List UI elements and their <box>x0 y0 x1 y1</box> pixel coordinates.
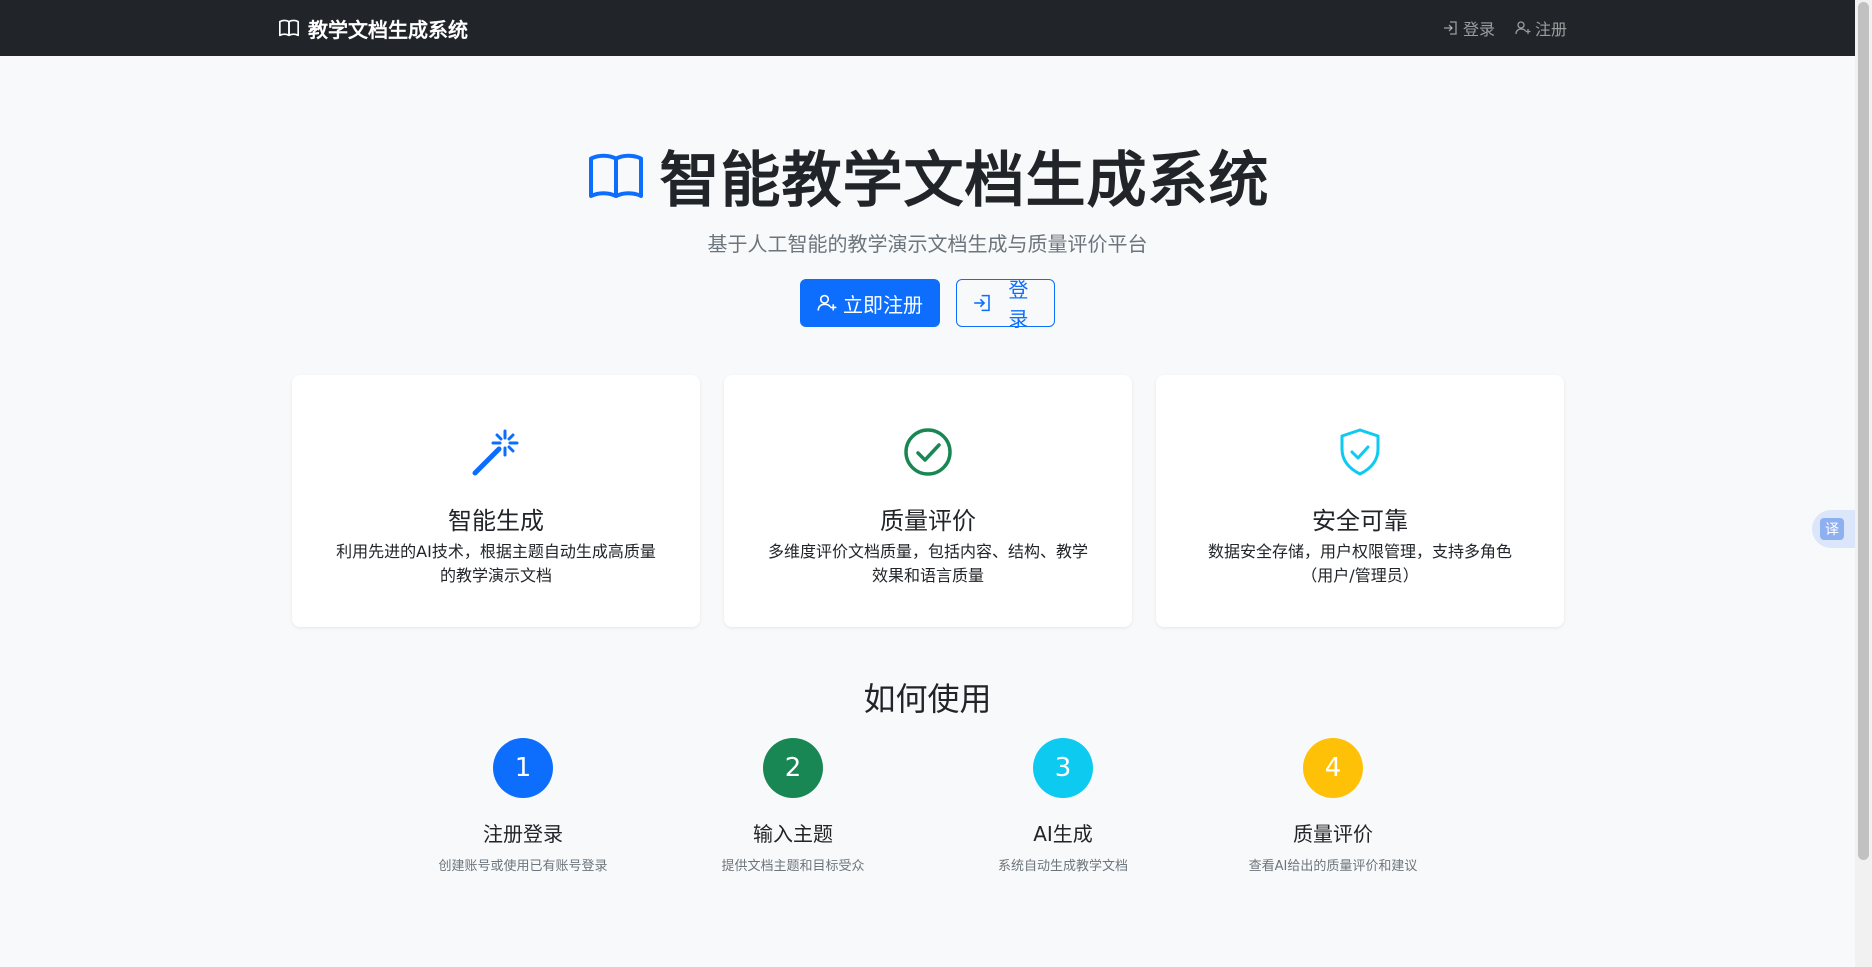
how-to-title: 如何使用 <box>863 680 992 718</box>
book-icon <box>588 153 643 198</box>
user-plus-icon <box>817 294 837 311</box>
magic-wand-icon <box>472 429 519 476</box>
login-button[interactable]: 登录 <box>956 278 1055 331</box>
step-number-badge: 3 <box>1033 738 1093 798</box>
step-item: 2 输入主题 提供文档主题和目标受众 <box>658 738 928 874</box>
feature-card-evaluate: 质量评价 多维度评价文档质量，包括内容、结构、教学效果和语言质量 <box>724 375 1132 627</box>
step-desc: 系统自动生成教学文档 <box>997 859 1128 874</box>
scrollbar-thumb[interactable] <box>1858 2 1869 860</box>
step-desc: 提供文档主题和目标受众 <box>721 859 865 874</box>
register-button[interactable]: 立即注册 <box>800 279 940 327</box>
nav-links: 登录 注册 <box>1443 16 1567 40</box>
login-icon <box>1443 21 1457 35</box>
step-item: 3 AI生成 系统自动生成教学文档 <box>928 738 1198 874</box>
step-number-badge: 4 <box>1303 738 1363 798</box>
step-item: 4 质量评价 查看AI给出的质量评价和建议 <box>1198 738 1468 874</box>
step-title: 质量评价 <box>1293 822 1373 846</box>
feature-title: 质量评价 <box>880 507 976 535</box>
feature-title: 智能生成 <box>448 507 544 535</box>
nav-register-link[interactable]: 注册 <box>1515 16 1567 40</box>
feature-title: 安全可靠 <box>1312 507 1408 535</box>
nav-login-link[interactable]: 登录 <box>1443 16 1495 40</box>
page-scrollbar[interactable] <box>1855 0 1872 967</box>
feature-desc: 利用先进的AI技术，根据主题自动生成高质量的教学演示文档 <box>336 542 656 585</box>
translate-icon: 译 <box>1820 518 1844 540</box>
feature-card-secure: 安全可靠 数据安全存储，用户权限管理，支持多角色（用户/管理员） <box>1156 375 1564 627</box>
book-icon <box>279 19 299 37</box>
hero-actions: 立即注册 登录 <box>0 278 1855 331</box>
step-number-badge: 1 <box>493 738 553 798</box>
nav-login-label: 登录 <box>1462 20 1495 39</box>
feature-desc: 多维度评价文档质量，包括内容、结构、教学效果和语言质量 <box>767 542 1088 585</box>
user-plus-icon <box>1515 21 1531 35</box>
page-title: 智能教学文档生成系统 <box>659 146 1270 216</box>
step-desc: 创建账号或使用已有账号登录 <box>438 859 608 874</box>
translate-button[interactable]: 译 <box>1812 510 1857 548</box>
step-title: 注册登录 <box>483 822 563 846</box>
nav-register-label: 注册 <box>1534 20 1567 39</box>
check-circle-icon <box>904 428 952 476</box>
step-number-badge: 2 <box>763 738 823 798</box>
register-button-label: 立即注册 <box>843 292 923 317</box>
step-desc: 查看AI给出的质量评价和建议 <box>1248 859 1418 874</box>
login-icon <box>974 294 990 312</box>
step-title: AI生成 <box>1033 822 1093 846</box>
feature-desc: 数据安全存储，用户权限管理，支持多角色（用户/管理员） <box>1207 542 1512 585</box>
brand-link[interactable]: 教学文档生成系统 <box>278 14 468 42</box>
brand-text: 教学文档生成系统 <box>308 17 468 42</box>
top-navbar: 教学文档生成系统 登录 注册 <box>0 0 1855 56</box>
hero-title: 智能教学文档生成系统 <box>0 132 1855 219</box>
hero-subtitle: 基于人工智能的教学演示文档生成与质量评价平台 <box>707 232 1148 256</box>
feature-card-generate: 智能生成 利用先进的AI技术，根据主题自动生成高质量的教学演示文档 <box>292 375 700 627</box>
login-button-label: 登录 <box>1008 278 1029 331</box>
step-item: 1 注册登录 创建账号或使用已有账号登录 <box>388 738 658 874</box>
shield-check-icon <box>1340 428 1380 476</box>
step-title: 输入主题 <box>753 822 833 846</box>
